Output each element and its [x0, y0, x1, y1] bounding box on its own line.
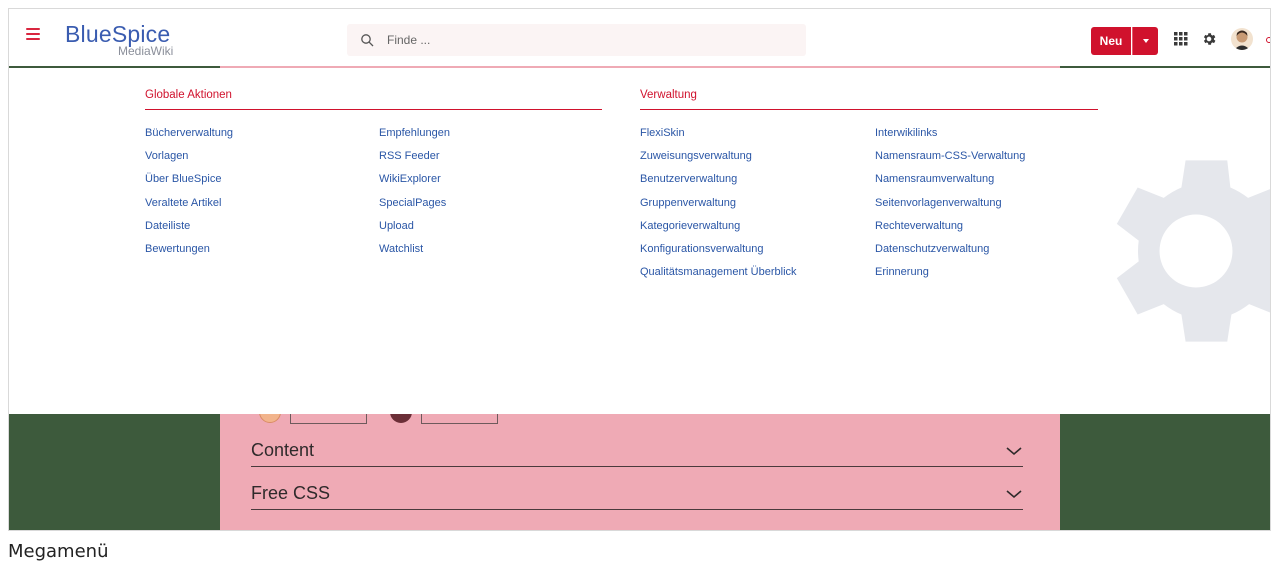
menu-item[interactable]: Bücherverwaltung [145, 125, 233, 148]
mega-menu: Globale Aktionen Bücherverwaltung Vorlag… [9, 68, 1270, 414]
menu-link[interactable]: Seitenvorlagenverwaltung [875, 197, 1002, 209]
menu-item[interactable]: Datenschutzverwaltung [875, 241, 1025, 264]
menu-link[interactable]: Konfigurationsverwaltung [640, 243, 764, 255]
menu-link[interactable]: Interwikilinks [875, 127, 937, 139]
menu-item[interactable]: Interwikilinks [875, 125, 1025, 148]
menu-column: Interwikilinks Namensraum-CSS-Verwaltung… [875, 125, 1025, 287]
menu-link[interactable]: Benutzerverwaltung [640, 173, 737, 185]
menu-item[interactable]: Gruppenverwaltung [640, 195, 797, 218]
accordion-label: Content [251, 440, 315, 460]
search-icon [361, 34, 374, 47]
menu-link[interactable]: Bücherverwaltung [145, 127, 233, 139]
new-dropdown-caret-icon[interactable] [1132, 27, 1158, 55]
menu-link[interactable]: Veraltete Artikel [145, 197, 221, 209]
menu-item[interactable]: RSS Feeder [379, 148, 450, 171]
section-title-verwaltung: Verwaltung [640, 89, 697, 101]
menu-item[interactable]: Konfigurationsverwaltung [640, 241, 797, 264]
accordion-label: Free CSS [251, 483, 331, 503]
accordion-content[interactable]: Content [251, 435, 1023, 467]
figure-caption: Megamenü [8, 541, 109, 562]
menu-item[interactable]: Zuweisungsverwaltung [640, 148, 797, 171]
menu-link[interactable]: FlexiSkin [640, 127, 685, 139]
menu-item[interactable]: FlexiSkin [640, 125, 797, 148]
new-button[interactable]: Neu [1091, 27, 1131, 55]
menu-item[interactable]: Watchlist [379, 241, 450, 264]
apps-grid-icon[interactable] [1174, 32, 1188, 46]
menu-link[interactable]: Gruppenverwaltung [640, 197, 736, 209]
more-indicator-icon[interactable] [1266, 37, 1270, 43]
menu-column: FlexiSkin Zuweisungsverwaltung Benutzerv… [640, 125, 797, 287]
menu-link[interactable]: Qualitätsmanagement Überblick [640, 266, 797, 278]
menu-item[interactable]: Über BlueSpice [145, 171, 233, 194]
search-box[interactable] [347, 24, 806, 56]
chevron-down-icon [1006, 446, 1022, 455]
menu-link[interactable]: WikiExplorer [379, 173, 441, 185]
menu-item[interactable]: Dateiliste [145, 218, 233, 241]
menu-item[interactable]: Kategorieverwaltung [640, 218, 797, 241]
search-input[interactable] [387, 30, 787, 50]
menu-link[interactable]: RSS Feeder [379, 150, 440, 162]
section-divider [145, 109, 602, 110]
menu-link[interactable]: Erinnerung [875, 266, 929, 278]
menu-item[interactable]: Qualitätsmanagement Überblick [640, 264, 797, 287]
menu-item[interactable]: Namensraum-CSS-Verwaltung [875, 148, 1025, 171]
avatar-image [1234, 30, 1250, 50]
section-title-globale-aktionen: Globale Aktionen [145, 89, 232, 101]
hamburger-menu-icon[interactable] [26, 28, 40, 40]
menu-link[interactable]: Bewertungen [145, 243, 210, 255]
menu-link[interactable]: Empfehlungen [379, 127, 450, 139]
menu-item[interactable]: Benutzerverwaltung [640, 171, 797, 194]
screenshot-frame: Content Free CSS BlueSpice MediaWiki Neu [8, 8, 1271, 531]
menu-item[interactable]: WikiExplorer [379, 171, 450, 194]
menu-item[interactable]: Veraltete Artikel [145, 195, 233, 218]
menu-item[interactable]: Rechteverwaltung [875, 218, 1025, 241]
menu-item[interactable]: Vorlagen [145, 148, 233, 171]
menu-column: Bücherverwaltung Vorlagen Über BlueSpice… [145, 125, 233, 264]
menu-item[interactable]: Empfehlungen [379, 125, 450, 148]
menu-item[interactable]: Seitenvorlagenverwaltung [875, 195, 1025, 218]
accordion-free-css[interactable]: Free CSS [251, 478, 1023, 510]
menu-item[interactable]: Bewertungen [145, 241, 233, 264]
menu-link[interactable]: SpecialPages [379, 197, 446, 209]
menu-item[interactable]: Upload [379, 218, 450, 241]
menu-item[interactable]: Erinnerung [875, 264, 1025, 287]
menu-link[interactable]: Vorlagen [145, 150, 188, 162]
chevron-down-icon [1006, 489, 1022, 498]
section-divider [640, 109, 1098, 110]
menu-link[interactable]: Dateiliste [145, 220, 190, 232]
menu-link[interactable]: Zuweisungsverwaltung [640, 150, 752, 162]
menu-column: Empfehlungen RSS Feeder WikiExplorer Spe… [379, 125, 450, 264]
logo-sub: MediaWiki [118, 44, 174, 58]
menu-link[interactable]: Namensraumverwaltung [875, 173, 994, 185]
gear-icon[interactable] [1201, 31, 1217, 47]
menu-link[interactable]: Kategorieverwaltung [640, 220, 740, 232]
menu-link[interactable]: Watchlist [379, 243, 423, 255]
gear-watermark-icon [1116, 160, 1270, 342]
menu-link[interactable]: Über BlueSpice [145, 173, 221, 185]
menu-item[interactable]: SpecialPages [379, 195, 450, 218]
menu-link[interactable]: Upload [379, 220, 414, 232]
menu-link[interactable]: Datenschutzverwaltung [875, 243, 989, 255]
menu-link[interactable]: Namensraum-CSS-Verwaltung [875, 150, 1025, 162]
menu-item[interactable]: Namensraumverwaltung [875, 171, 1025, 194]
user-avatar[interactable] [1231, 28, 1253, 50]
menu-link[interactable]: Rechteverwaltung [875, 220, 963, 232]
top-header: BlueSpice MediaWiki Neu [9, 9, 1270, 66]
